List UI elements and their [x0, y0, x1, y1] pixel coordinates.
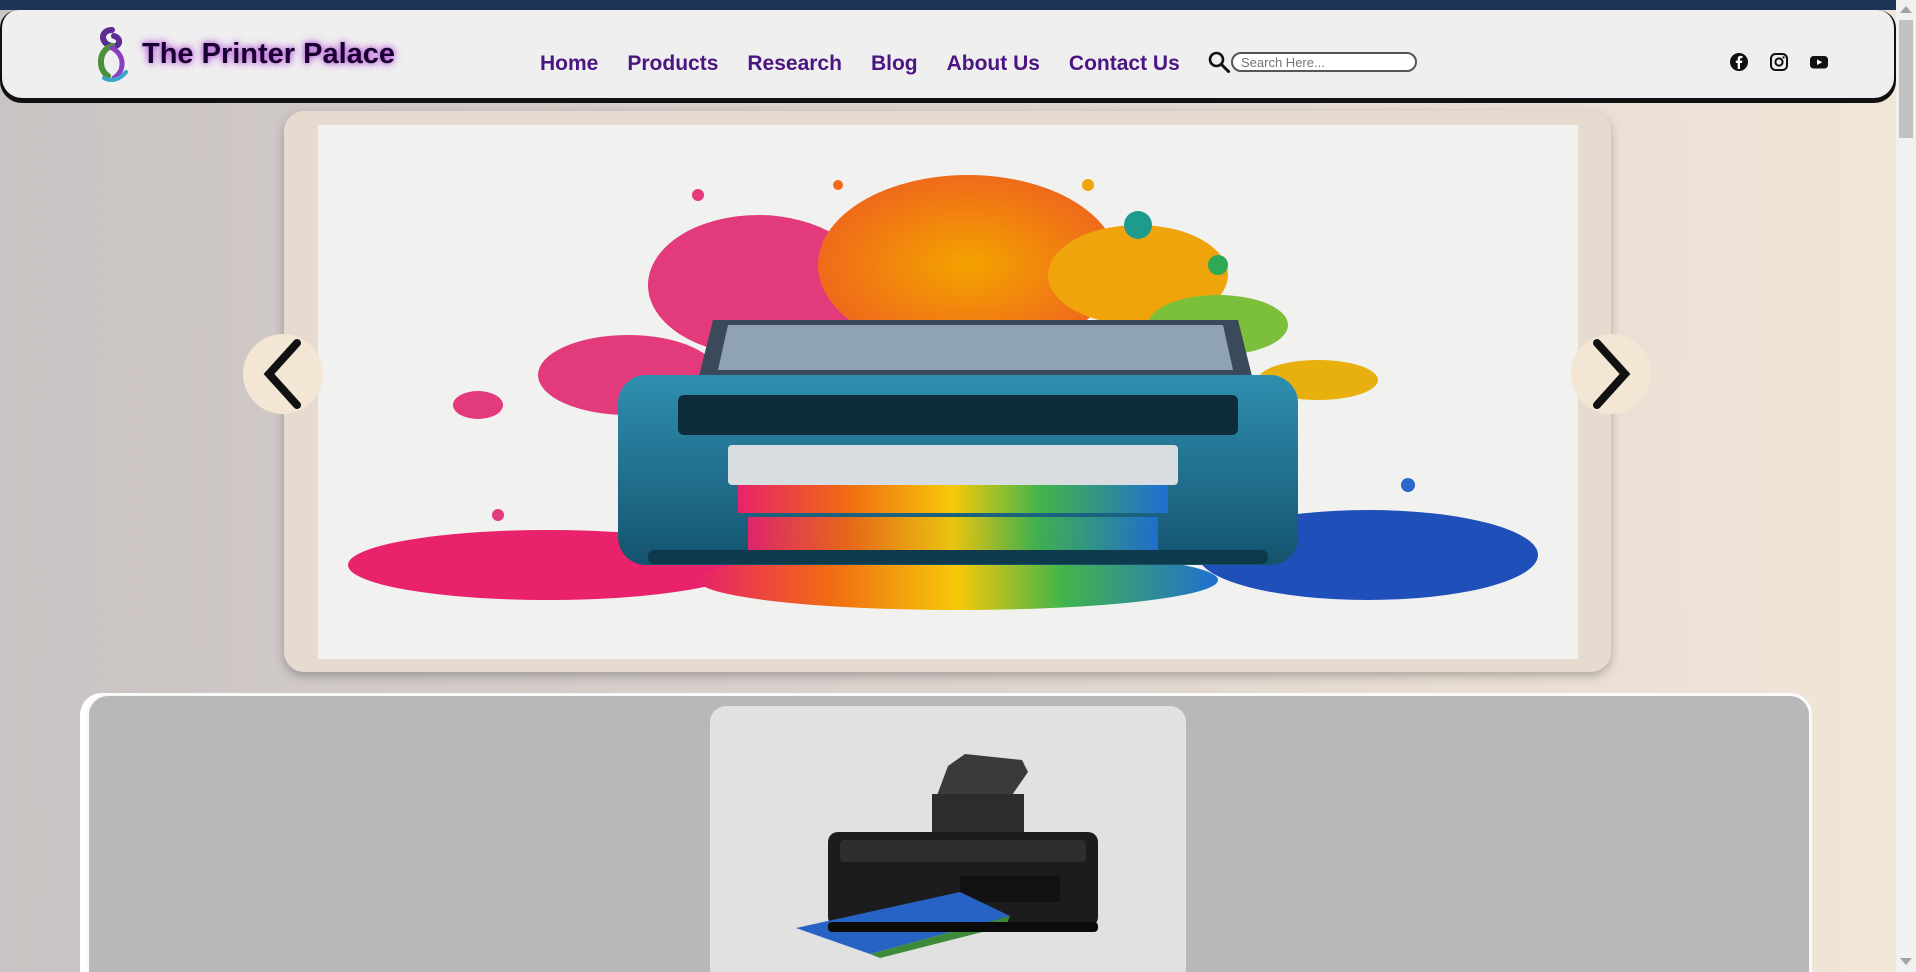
scroll-up-arrow-icon[interactable]	[1900, 6, 1912, 13]
nav-home[interactable]: Home	[540, 52, 598, 76]
facebook-icon[interactable]	[1729, 52, 1749, 72]
youtube-icon[interactable]	[1809, 52, 1829, 72]
nav-products[interactable]: Products	[627, 52, 718, 76]
scroll-thumb[interactable]	[1899, 20, 1913, 138]
instagram-icon[interactable]	[1769, 52, 1789, 72]
social-links	[1729, 52, 1849, 72]
page-scrollbar[interactable]	[1896, 0, 1916, 972]
top-bar	[0, 0, 1896, 10]
product-printer-image	[796, 754, 1098, 958]
nav-about-us[interactable]: About Us	[947, 52, 1040, 76]
search-box	[1207, 50, 1417, 74]
logo[interactable]: The Printer Palace	[90, 24, 395, 84]
chevron-left-icon	[263, 339, 301, 409]
hero-carousel	[284, 111, 1611, 672]
hero-printer-image	[318, 125, 1578, 659]
main-nav: Home Products Research Blog About Us Con…	[540, 52, 1209, 76]
logo-icon	[98, 27, 128, 82]
search-icon[interactable]	[1207, 50, 1231, 74]
carousel-next-button[interactable]	[1571, 334, 1651, 414]
nav-contact-us[interactable]: Contact Us	[1069, 52, 1180, 76]
nav-research[interactable]: Research	[747, 52, 842, 76]
chevron-right-icon	[1593, 339, 1631, 409]
carousel-prev-button[interactable]	[243, 334, 323, 414]
brand-name: The Printer Palace	[142, 37, 396, 70]
scroll-down-arrow-icon[interactable]	[1900, 958, 1912, 965]
site-header: The Printer Palace Home Products Researc…	[0, 10, 1896, 100]
search-input[interactable]	[1231, 52, 1417, 72]
product-card[interactable]	[710, 706, 1186, 972]
nav-blog[interactable]: Blog	[871, 52, 918, 76]
